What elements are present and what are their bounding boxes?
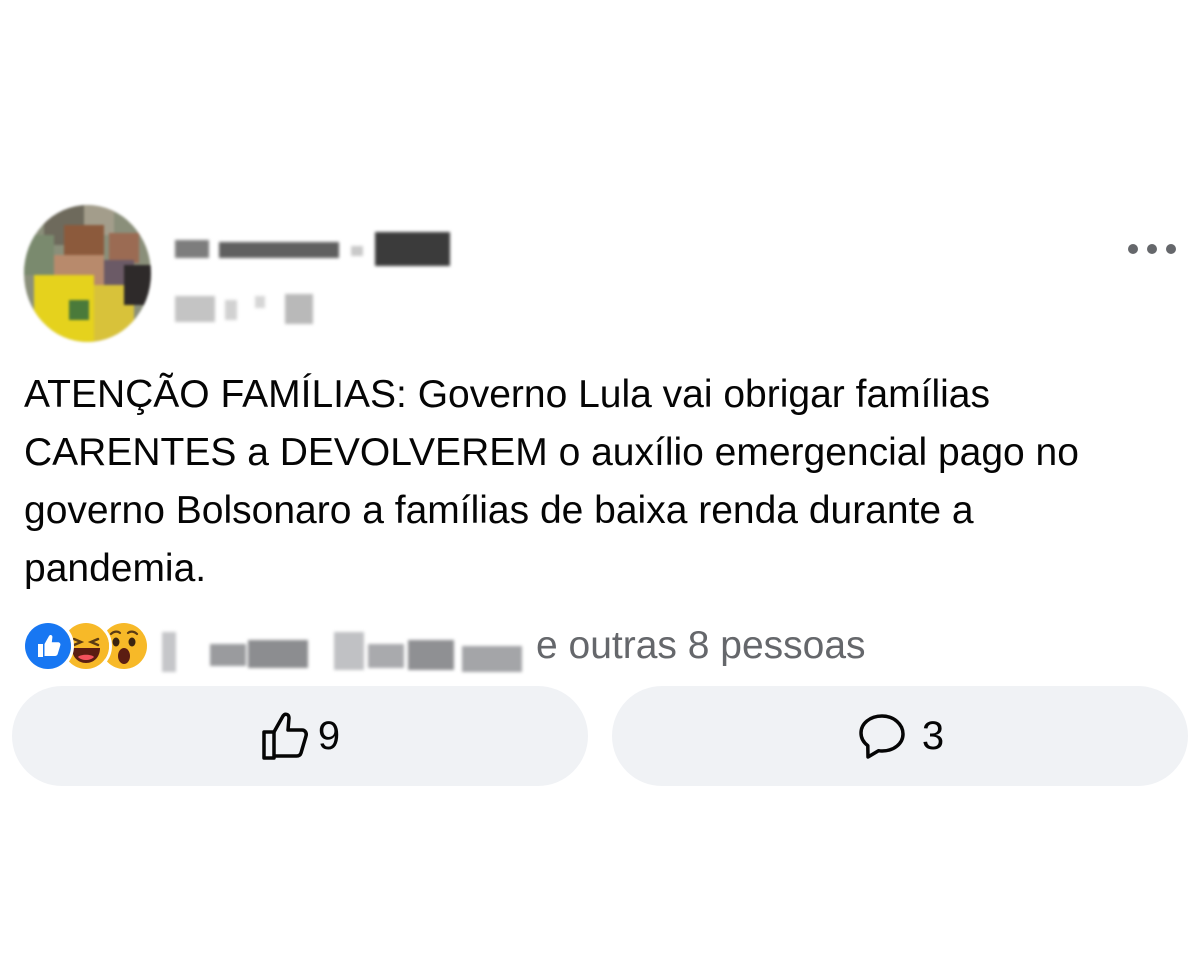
post-timestamp[interactable] [175,290,315,328]
like-count: 9 [317,713,341,758]
ellipsis-icon [1128,244,1138,254]
post-text: ATENÇÃO FAMÍLIAS: Governo Lula vai obrig… [24,373,1079,590]
author-name[interactable] [175,230,450,268]
facebook-post: ATENÇÃO FAMÍLIAS: Governo Lula vai obrig… [0,0,1200,960]
author-avatar[interactable] [24,205,151,342]
ellipsis-icon [1166,244,1176,254]
reaction-icons[interactable] [22,620,150,672]
ellipsis-icon [1147,244,1157,254]
thumbs-up-outline-icon [262,712,308,760]
reactor-names[interactable] [162,626,527,676]
comment-count: 3 [921,713,945,758]
comment-button[interactable]: 3 [612,686,1188,786]
like-button[interactable]: 9 [12,686,588,786]
speech-bubble-icon [859,714,905,759]
reactions-others-text[interactable]: e outras 8 pessoas [536,622,866,670]
more-options-button[interactable] [1124,236,1180,262]
like-reaction-icon [22,620,74,672]
